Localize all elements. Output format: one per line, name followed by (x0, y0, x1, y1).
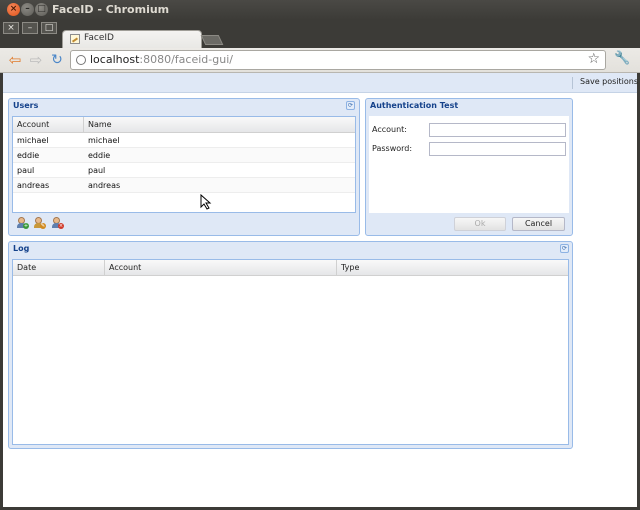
inner-close-button[interactable]: × (3, 22, 19, 34)
log-grid: Date Account Type (12, 259, 569, 445)
new-tab-button[interactable] (200, 35, 224, 45)
page-content: Save positions Users ⟳ Account Name mich… (3, 73, 638, 507)
users-panel-title: Users (13, 101, 39, 110)
address-bar[interactable]: localhost:8080/faceid-gui/ ☆ (70, 50, 606, 70)
window-minimize-button[interactable]: – (21, 3, 34, 16)
forward-arrow-icon[interactable]: ⇨ (28, 52, 44, 68)
users-col-name[interactable]: Name (84, 117, 355, 133)
table-row[interactable]: paul paul (13, 163, 355, 178)
toolbar-separator (572, 77, 573, 89)
ok-button[interactable]: Ok (454, 217, 506, 231)
table-row[interactable]: eddie eddie (13, 148, 355, 163)
account-label: Account: (372, 125, 407, 134)
cancel-button[interactable]: Cancel (512, 217, 565, 231)
log-col-type[interactable]: Type (337, 260, 568, 276)
user-delete-icon[interactable]: × (51, 217, 64, 229)
table-row[interactable]: michael michael (13, 133, 355, 148)
cell-account: eddie (17, 151, 40, 160)
password-input[interactable] (429, 142, 566, 156)
tab-strip: × – □ FaceID (0, 20, 640, 48)
auth-form: Account: Password: (369, 116, 569, 213)
inner-restore-button[interactable]: □ (41, 22, 57, 34)
users-col-account[interactable]: Account (13, 117, 84, 133)
user-edit-icon[interactable]: ✎ (33, 217, 46, 229)
bookmark-star-icon[interactable]: ☆ (587, 51, 600, 67)
log-grid-header: Date Account Type (13, 260, 568, 276)
users-grid: Account Name michael michael eddie eddie… (12, 116, 356, 213)
auth-test-panel: Authentication Test Account: Password: O… (365, 98, 573, 236)
window-maximize-button[interactable]: □ (35, 3, 48, 16)
globe-icon (76, 55, 86, 65)
tab-title: FaceID (84, 33, 114, 43)
password-label: Password: (372, 144, 413, 153)
window-close-button[interactable]: × (7, 3, 20, 16)
window-title: FaceID - Chromium (52, 3, 170, 16)
log-panel-title: Log (13, 244, 30, 253)
url-text: localhost:8080/faceid-gui/ (90, 53, 233, 66)
users-grid-header: Account Name (13, 117, 355, 133)
log-panel: Log ⟳ Date Account Type (8, 241, 573, 449)
tab-faceid[interactable]: FaceID (62, 30, 202, 48)
cell-name: michael (88, 136, 120, 145)
users-refresh-icon[interactable]: ⟳ (346, 101, 355, 110)
users-bottom-toolbar: + ✎ × (12, 214, 356, 234)
url-path: :8080/faceid-gui/ (139, 53, 233, 66)
cell-account: andreas (17, 181, 50, 190)
app-topbar: Save positions (3, 73, 638, 93)
favicon-icon (70, 34, 80, 44)
save-positions-button[interactable]: Save positions (580, 77, 638, 86)
reload-icon[interactable]: ↻ (49, 52, 65, 68)
log-col-account[interactable]: Account (105, 260, 337, 276)
cell-name: paul (88, 166, 106, 175)
auth-panel-title: Authentication Test (370, 101, 459, 110)
back-arrow-icon[interactable]: ⇦ (7, 52, 23, 68)
wrench-icon[interactable]: 🔧 (614, 51, 630, 66)
account-input[interactable] (429, 123, 566, 137)
users-panel: Users ⟳ Account Name michael michael edd… (8, 98, 360, 236)
cell-account: michael (17, 136, 49, 145)
mouse-cursor-icon (200, 194, 212, 210)
inner-minimize-button[interactable]: – (22, 22, 38, 34)
user-add-icon[interactable]: + (16, 217, 29, 229)
cell-name: andreas (88, 181, 121, 190)
log-refresh-icon[interactable]: ⟳ (560, 244, 569, 253)
log-col-date[interactable]: Date (13, 260, 105, 276)
cell-account: paul (17, 166, 35, 175)
table-row[interactable]: andreas andreas (13, 178, 355, 193)
browser-toolbar: ⇦ ⇨ ↻ localhost:8080/faceid-gui/ ☆ 🔧 (0, 48, 640, 73)
cell-name: eddie (88, 151, 111, 160)
url-host: localhost (90, 53, 140, 66)
window-titlebar: × – □ FaceID - Chromium (0, 0, 640, 20)
